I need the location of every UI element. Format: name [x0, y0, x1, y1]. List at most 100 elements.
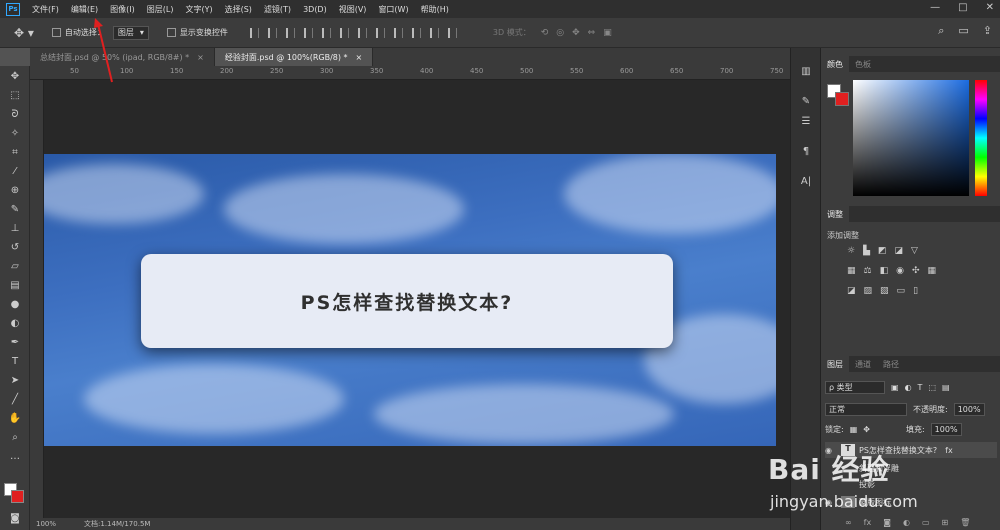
- properties-icon[interactable]: ☰: [799, 116, 813, 130]
- distribute-right-icon[interactable]: [447, 27, 457, 38]
- posterize-icon[interactable]: ▨: [864, 286, 873, 296]
- more-tools-icon[interactable]: …: [8, 450, 22, 464]
- crop-tool-icon[interactable]: ⌗: [8, 146, 22, 160]
- hue-saturation-icon[interactable]: ▦: [847, 266, 856, 276]
- brush-tool-icon[interactable]: ✎: [8, 203, 22, 217]
- blur-tool-icon[interactable]: ●: [8, 298, 22, 312]
- minimize-button[interactable]: —: [930, 2, 940, 13]
- show-transform-checkbox[interactable]: [166, 28, 176, 37]
- filter-shape-icon[interactable]: ⬚: [928, 383, 936, 392]
- lasso-tool-icon[interactable]: ᘐ: [8, 108, 22, 122]
- filter-smart-icon[interactable]: ▤: [942, 383, 950, 392]
- workspace-icon[interactable]: ▭: [958, 24, 968, 38]
- menu-3d[interactable]: 3D(D): [303, 5, 327, 14]
- threshold-icon[interactable]: ▧: [880, 286, 889, 296]
- levels-icon[interactable]: ▙: [863, 246, 870, 256]
- menu-type[interactable]: 文字(Y): [185, 4, 212, 15]
- brush-settings-icon[interactable]: ✎: [799, 96, 813, 110]
- distribute-vcenter-icon[interactable]: [375, 27, 385, 38]
- type-tool-icon[interactable]: T: [8, 355, 22, 369]
- title-card[interactable]: PS怎样查找替换文本?: [141, 254, 673, 348]
- orbit-3d-icon[interactable]: ⟲: [541, 28, 549, 38]
- quick-mask-icon[interactable]: ◙: [8, 512, 22, 526]
- eyedropper-icon[interactable]: ⁄: [8, 165, 22, 179]
- scale-3d-icon[interactable]: ▣: [603, 28, 612, 38]
- pen-tool-icon[interactable]: ✒: [8, 336, 22, 350]
- menu-layer[interactable]: 图层(L): [147, 4, 174, 15]
- move-tool-icon[interactable]: ✥ ▾: [14, 26, 34, 40]
- share-icon[interactable]: ⇪: [983, 24, 992, 38]
- layer-kind-filter[interactable]: ρ 类型: [825, 380, 885, 394]
- menu-view[interactable]: 视图(V): [339, 4, 367, 15]
- curves-icon[interactable]: ◩: [878, 246, 887, 256]
- fill-input[interactable]: 100%: [930, 422, 962, 436]
- menu-edit[interactable]: 编辑(E): [71, 4, 98, 15]
- menu-window[interactable]: 窗口(W): [378, 4, 408, 15]
- color-picker-field[interactable]: [853, 80, 969, 196]
- character-icon[interactable]: A|: [799, 176, 813, 190]
- filter-pixel-icon[interactable]: ▣: [891, 383, 899, 392]
- card-title[interactable]: PS怎样查找替换文本?: [301, 288, 514, 315]
- paragraph-icon[interactable]: ¶: [799, 146, 813, 160]
- menu-select[interactable]: 选择(S): [225, 4, 252, 15]
- blend-mode-select[interactable]: 正常: [825, 402, 907, 416]
- zoom-level[interactable]: 100%: [36, 520, 56, 528]
- pan-3d-icon[interactable]: ✥: [572, 28, 580, 38]
- tab-summary-cover[interactable]: 总结封面.psd @ 50% (ipad, RGB/8#) * ×: [30, 48, 215, 66]
- healing-brush-icon[interactable]: ⊕: [8, 184, 22, 198]
- magic-wand-icon[interactable]: ✧: [8, 127, 22, 141]
- history-icon[interactable]: ▥: [799, 66, 813, 80]
- exposure-icon[interactable]: ◪: [895, 246, 904, 256]
- align-hcenter-icon[interactable]: [321, 27, 331, 38]
- dodge-tool-icon[interactable]: ◐: [8, 317, 22, 331]
- lock-position-icon[interactable]: ✥: [863, 425, 870, 434]
- hand-tool-icon[interactable]: ✋: [8, 412, 22, 426]
- align-bottom-icon[interactable]: [285, 27, 295, 38]
- search-icon[interactable]: ⌕: [938, 24, 944, 38]
- distribute-bottom-icon[interactable]: [393, 27, 403, 38]
- black-white-icon[interactable]: ◧: [880, 266, 889, 276]
- tab-adjustments[interactable]: 调整: [821, 206, 849, 222]
- auto-select-checkbox[interactable]: [51, 28, 61, 37]
- eraser-icon[interactable]: ▱: [8, 260, 22, 274]
- tab-channels[interactable]: 通道: [849, 359, 877, 370]
- selective-color-icon[interactable]: ▯: [913, 286, 918, 296]
- gradient-map-icon[interactable]: ▭: [897, 286, 906, 296]
- menu-image[interactable]: 图像(I): [110, 4, 135, 15]
- zoom-tool-icon[interactable]: ⌕: [8, 431, 22, 445]
- distribute-top-icon[interactable]: [357, 27, 367, 38]
- background-color-swatch[interactable]: [835, 92, 849, 106]
- tab-swatches[interactable]: 色板: [849, 59, 877, 70]
- move-tool-icon[interactable]: ✥: [8, 70, 22, 84]
- gradient-tool-icon[interactable]: ▤: [8, 279, 22, 293]
- filter-type-icon[interactable]: T: [918, 383, 923, 392]
- lock-pixels-icon[interactable]: ▦: [850, 425, 858, 434]
- hue-slider[interactable]: [975, 80, 987, 196]
- brightness-icon[interactable]: ☼: [847, 246, 855, 256]
- align-vcenter-icon[interactable]: [267, 27, 277, 38]
- close-tab-icon[interactable]: ×: [197, 53, 204, 62]
- invert-icon[interactable]: ◪: [847, 286, 856, 296]
- align-left-icon[interactable]: [303, 27, 313, 38]
- photo-filter-icon[interactable]: ◉: [896, 266, 904, 276]
- distribute-left-icon[interactable]: [411, 27, 421, 38]
- tab-experience-cover[interactable]: 经验封面.psd @ 100%(RGB/8) * ×: [214, 48, 374, 66]
- menu-filter[interactable]: 滤镜(T): [264, 4, 291, 15]
- close-tab-icon[interactable]: ×: [356, 53, 363, 62]
- document-image[interactable]: PS怎样查找替换文本?: [44, 154, 776, 446]
- background-color-swatch[interactable]: [11, 490, 24, 503]
- opacity-input[interactable]: 100%: [953, 402, 985, 416]
- menu-help[interactable]: 帮助(H): [421, 4, 449, 15]
- maximize-button[interactable]: □: [958, 2, 967, 13]
- color-lookup-icon[interactable]: ▦: [928, 266, 937, 276]
- close-window-button[interactable]: ✕: [986, 2, 994, 13]
- channel-mixer-icon[interactable]: ✣: [912, 266, 920, 276]
- tab-color[interactable]: 颜色: [821, 56, 849, 72]
- distribute-hcenter-icon[interactable]: [429, 27, 439, 38]
- slide-3d-icon[interactable]: ⇔: [588, 28, 596, 38]
- align-top-icon[interactable]: [249, 27, 259, 38]
- path-select-icon[interactable]: ➤: [8, 374, 22, 388]
- color-balance-icon[interactable]: ⚖: [864, 266, 872, 276]
- menu-file[interactable]: 文件(F): [32, 4, 59, 15]
- canvas-area[interactable]: PS怎样查找替换文本?: [44, 80, 790, 518]
